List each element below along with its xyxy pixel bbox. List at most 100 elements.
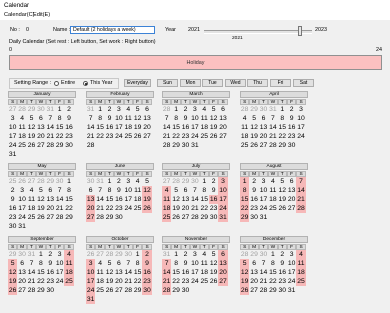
- day-cell[interactable]: 19: [27, 132, 36, 141]
- holiday-day-cell[interactable]: 18: [64, 268, 74, 277]
- holiday-day-cell[interactable]: 3: [218, 177, 228, 186]
- holiday-day-cell[interactable]: 13: [218, 259, 228, 268]
- day-cell[interactable]: 10: [8, 123, 17, 132]
- day-cell[interactable]: 19: [249, 132, 258, 141]
- holiday-day-cell[interactable]: 27: [86, 213, 96, 222]
- day-cell[interactable]: 20: [142, 123, 151, 132]
- holiday-day-cell[interactable]: 26: [8, 286, 18, 295]
- day-cell[interactable]: 26: [249, 141, 258, 150]
- day-cell[interactable]: 20: [36, 132, 45, 141]
- day-cell[interactable]: 12: [278, 186, 287, 195]
- day-cell[interactable]: 9: [287, 114, 296, 123]
- day-cell[interactable]: 16: [249, 195, 258, 204]
- holiday-day-cell[interactable]: 14: [162, 268, 172, 277]
- day-cell[interactable]: 11: [27, 195, 36, 204]
- day-cell[interactable]: 24: [190, 277, 199, 286]
- day-cell[interactable]: 13: [142, 114, 151, 123]
- holiday-day-cell[interactable]: 23: [142, 277, 152, 286]
- menu-calendar[interactable]: Calendar(C): [4, 12, 34, 18]
- day-cell[interactable]: 28: [162, 141, 171, 150]
- day-cell[interactable]: 24: [124, 204, 133, 213]
- day-cell[interactable]: 27: [142, 132, 151, 141]
- day-cell[interactable]: 1: [64, 177, 73, 186]
- day-cell[interactable]: 15: [105, 195, 114, 204]
- day-cell[interactable]: 28: [46, 141, 55, 150]
- day-cell[interactable]: 11: [200, 259, 209, 268]
- day-cell[interactable]: 3: [124, 177, 133, 186]
- day-cell[interactable]: 5: [27, 114, 36, 123]
- day-cell[interactable]: 13: [181, 195, 190, 204]
- holiday-day-cell[interactable]: 4: [296, 250, 306, 259]
- day-cell[interactable]: 5: [209, 105, 218, 114]
- day-cell[interactable]: 24: [287, 277, 296, 286]
- day-cell[interactable]: 19: [209, 123, 218, 132]
- holiday-day-cell[interactable]: 22: [240, 204, 250, 213]
- day-cell[interactable]: 4: [240, 114, 249, 123]
- day-cell[interactable]: 11: [240, 123, 249, 132]
- day-cell[interactable]: 5: [278, 177, 287, 186]
- day-cell[interactable]: 29: [133, 286, 142, 295]
- day-cell[interactable]: 8: [133, 259, 142, 268]
- day-cell[interactable]: 19: [36, 204, 45, 213]
- day-cell[interactable]: 12: [105, 268, 114, 277]
- day-cell[interactable]: 31: [17, 222, 26, 231]
- day-cell[interactable]: 18: [124, 123, 133, 132]
- day-cell[interactable]: 21: [95, 204, 104, 213]
- day-cell[interactable]: 27: [46, 213, 55, 222]
- day-cell[interactable]: 23: [278, 277, 287, 286]
- day-cell[interactable]: 30: [64, 141, 73, 150]
- day-cell[interactable]: 12: [27, 123, 36, 132]
- day-cell[interactable]: 3: [190, 105, 199, 114]
- day-cell[interactable]: 6: [86, 186, 95, 195]
- weekday-button-fri[interactable]: Fri: [270, 79, 291, 87]
- day-cell[interactable]: 15: [268, 268, 277, 277]
- day-cell[interactable]: 19: [278, 195, 287, 204]
- day-cell[interactable]: 18: [27, 204, 36, 213]
- day-cell[interactable]: 17: [124, 195, 133, 204]
- day-cell[interactable]: 16: [181, 123, 190, 132]
- day-cell[interactable]: 7: [124, 259, 133, 268]
- day-cell[interactable]: 25: [268, 204, 277, 213]
- everyday-button[interactable]: Everyday: [124, 79, 151, 87]
- holiday-day-cell[interactable]: 12: [8, 268, 18, 277]
- day-cell[interactable]: 29: [64, 213, 73, 222]
- day-cell[interactable]: 4: [200, 105, 209, 114]
- holiday-day-cell[interactable]: 25: [296, 277, 306, 286]
- day-cell[interactable]: 8: [268, 259, 277, 268]
- day-cell[interactable]: 16: [114, 195, 123, 204]
- day-cell[interactable]: 8: [64, 186, 73, 195]
- menu-edit[interactable]: Edit(E): [33, 12, 50, 18]
- day-cell[interactable]: 28: [86, 141, 95, 150]
- day-cell[interactable]: 8: [171, 259, 180, 268]
- day-cell[interactable]: 12: [249, 123, 258, 132]
- weekday-button-sun[interactable]: Sun: [157, 79, 178, 87]
- holiday-day-cell[interactable]: 12: [142, 186, 152, 195]
- day-cell[interactable]: 30: [8, 222, 17, 231]
- day-cell[interactable]: 27: [249, 286, 258, 295]
- day-cell[interactable]: 29: [171, 141, 180, 150]
- day-cell[interactable]: 17: [296, 123, 305, 132]
- day-cell[interactable]: 27: [287, 204, 296, 213]
- day-cell[interactable]: 28: [190, 213, 199, 222]
- day-cell[interactable]: 13: [218, 114, 227, 123]
- day-cell[interactable]: 24: [259, 204, 268, 213]
- weekday-button-thu[interactable]: Thu: [247, 79, 268, 87]
- day-cell[interactable]: 12: [209, 259, 218, 268]
- day-cell[interactable]: 25: [200, 277, 209, 286]
- day-cell[interactable]: 19: [209, 268, 218, 277]
- day-cell[interactable]: 27: [17, 286, 26, 295]
- day-cell[interactable]: 4: [268, 177, 277, 186]
- day-cell[interactable]: 21: [259, 277, 268, 286]
- day-cell[interactable]: 31: [190, 141, 199, 150]
- day-cell[interactable]: 8: [200, 186, 209, 195]
- holiday-day-cell[interactable]: 1: [240, 177, 250, 186]
- day-cell[interactable]: 16: [105, 123, 114, 132]
- day-cell[interactable]: 6: [249, 259, 258, 268]
- day-cell[interactable]: 13: [287, 186, 296, 195]
- day-cell[interactable]: 2: [105, 105, 114, 114]
- day-cell[interactable]: 30: [287, 141, 296, 150]
- day-cell[interactable]: 28: [55, 213, 64, 222]
- day-cell[interactable]: 17: [114, 123, 123, 132]
- holiday-day-cell[interactable]: 15: [240, 195, 250, 204]
- holiday-day-cell[interactable]: 30: [142, 286, 152, 295]
